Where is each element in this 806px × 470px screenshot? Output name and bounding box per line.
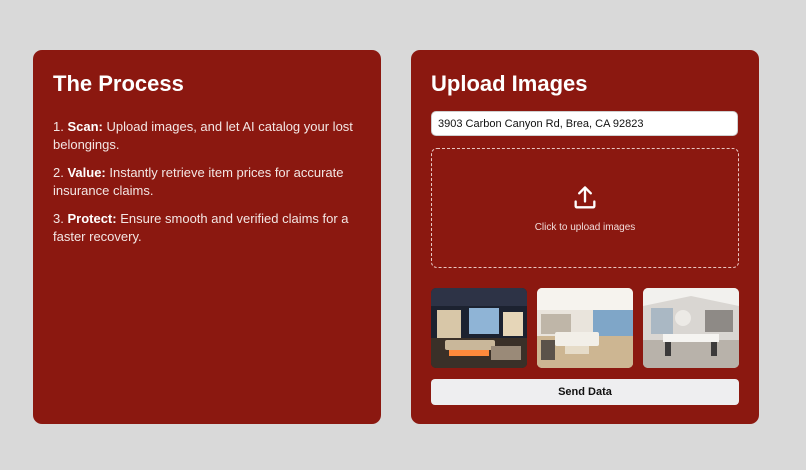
process-steps: 1. Scan: Upload images, and let AI catal… bbox=[53, 118, 361, 246]
step-label: Scan: bbox=[67, 119, 103, 134]
send-data-button[interactable]: Send Data bbox=[431, 379, 739, 405]
step-label: Value: bbox=[67, 165, 106, 180]
process-step-protect: 3. Protect: Ensure smooth and verified c… bbox=[53, 211, 349, 244]
upload-title: Upload Images bbox=[431, 71, 588, 96]
step-label: Protect: bbox=[67, 211, 117, 226]
image-thumbnails bbox=[431, 288, 739, 368]
image-thumbnail[interactable] bbox=[537, 288, 633, 368]
process-title: The Process bbox=[53, 71, 184, 96]
process-card: The Process 1. Scan: Upload images, and … bbox=[33, 50, 381, 424]
address-input[interactable] bbox=[431, 111, 738, 136]
upload-dropzone[interactable]: Click to upload images bbox=[431, 148, 739, 268]
upload-card: Upload Images Click to upload images bbox=[411, 50, 759, 424]
image-thumbnail[interactable] bbox=[431, 288, 527, 368]
image-thumbnail[interactable] bbox=[643, 288, 739, 368]
process-step-scan: 1. Scan: Upload images, and let AI catal… bbox=[53, 119, 353, 152]
upload-icon bbox=[571, 184, 599, 212]
dropzone-label: Click to upload images bbox=[534, 221, 636, 233]
process-step-value: 2. Value: Instantly retrieve item prices… bbox=[53, 165, 344, 198]
